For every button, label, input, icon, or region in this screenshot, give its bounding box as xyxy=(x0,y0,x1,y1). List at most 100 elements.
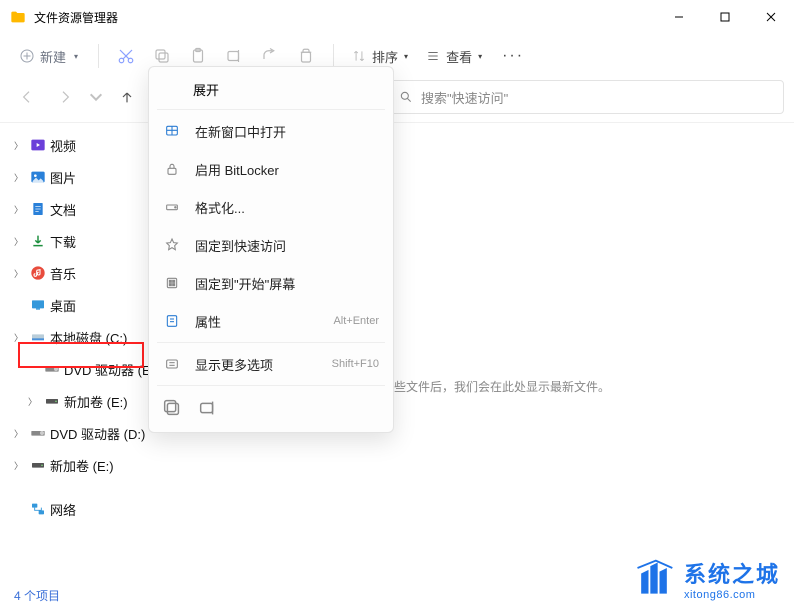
ctx-shortcut: Shift+F10 xyxy=(332,358,379,370)
ctx-label: 展开 xyxy=(193,80,219,99)
new-label: 新建 xyxy=(40,47,66,66)
ctx-expand[interactable]: 展开 xyxy=(149,71,393,107)
sidebar-item-downloads[interactable]: 〉下载 xyxy=(0,225,165,257)
drive-icon xyxy=(163,198,181,216)
sidebar-item-videos[interactable]: 〉 视频 xyxy=(0,129,165,161)
search-placeholder: 搜索"快速访问" xyxy=(421,88,508,107)
drive-icon xyxy=(30,457,46,473)
sidebar-item-documents[interactable]: 〉文档 xyxy=(0,193,165,225)
properties-icon xyxy=(163,312,181,330)
sort-label: 排序 xyxy=(372,47,398,66)
ctx-more-options[interactable]: 显示更多选项 Shift+F10 xyxy=(149,345,393,383)
network-icon xyxy=(30,501,46,517)
ctx-label: 属性 xyxy=(195,312,319,331)
watermark-logo-icon xyxy=(632,557,676,601)
item-count: 4 个项目 xyxy=(14,587,60,604)
window-icon xyxy=(163,122,181,140)
dvd-icon xyxy=(44,361,60,377)
sidebar-item-volume-e1[interactable]: 〉 新加卷 (E:) xyxy=(0,385,165,417)
ctx-properties[interactable]: 属性Alt+Enter xyxy=(149,302,393,340)
chevron-down-icon: ▾ xyxy=(74,52,78,61)
chevron-right-icon: 〉 xyxy=(14,139,26,152)
dvd-icon xyxy=(30,425,46,441)
ctx-pin-quickaccess[interactable]: 固定到快速访问 xyxy=(149,226,393,264)
sidebar-item-label: 本地磁盘 (C:) xyxy=(50,328,127,347)
toolbar-divider xyxy=(98,44,99,68)
sidebar-item-label: 视频 xyxy=(50,136,76,155)
sidebar-item-dvd-d[interactable]: 〉 DVD 驱动器 (D:) xyxy=(0,417,165,449)
sidebar-item-label: DVD 驱动器 (E xyxy=(64,360,151,379)
search-input[interactable]: 搜索"快速访问" xyxy=(388,80,784,114)
lock-icon xyxy=(163,160,181,178)
maximize-button[interactable] xyxy=(702,0,748,34)
forward-button[interactable] xyxy=(48,80,82,114)
sidebar-item-desktop[interactable]: 〉桌面 xyxy=(0,289,165,321)
sidebar-item-pictures[interactable]: 〉图片 xyxy=(0,161,165,193)
sidebar-item-label: 桌面 xyxy=(50,296,76,315)
watermark-cn: 系统之城 xyxy=(684,557,780,589)
toolbar: 新建 ▾ 排序 ▾ 查看 ▾ ··· xyxy=(0,34,794,78)
plus-icon xyxy=(20,49,34,63)
ctx-open-new-window[interactable]: 在新窗口中打开 xyxy=(149,112,393,150)
sidebar: 〉视频 〉图片 〉文档 〉下载 〉音乐 〉桌面 〉本地磁盘 (C:) 〉DVD … xyxy=(0,123,165,583)
app-folder-icon xyxy=(10,9,26,25)
nav-row: 搜索"快速访问" xyxy=(0,78,794,122)
up-button[interactable] xyxy=(110,80,144,114)
chevron-right-icon: 〉 xyxy=(14,235,26,248)
drive-icon xyxy=(30,329,46,345)
new-button[interactable]: 新建 ▾ xyxy=(10,43,88,70)
ctx-format[interactable]: 格式化... xyxy=(149,188,393,226)
view-label: 查看 xyxy=(446,47,472,66)
sidebar-item-network[interactable]: 〉网络 xyxy=(0,493,165,525)
more-icon xyxy=(163,355,181,373)
copy-icon[interactable] xyxy=(161,397,183,419)
ctx-label: 固定到快速访问 xyxy=(195,236,379,255)
rename-icon[interactable] xyxy=(197,397,219,419)
sidebar-item-music[interactable]: 〉音乐 xyxy=(0,257,165,289)
chevron-right-icon: 〉 xyxy=(28,395,40,408)
ctx-label: 在新窗口中打开 xyxy=(195,122,379,141)
chevron-down-icon: ▾ xyxy=(404,52,408,61)
more-button[interactable]: ··· xyxy=(492,47,534,65)
ctx-label: 启用 BitLocker xyxy=(195,160,379,179)
chevron-right-icon: 〉 xyxy=(14,331,26,344)
chevron-right-icon: 〉 xyxy=(14,267,26,280)
sidebar-item-label: DVD 驱动器 (D:) xyxy=(50,424,145,443)
recent-dropdown[interactable] xyxy=(86,80,106,114)
ctx-label: 固定到"开始"屏幕 xyxy=(195,274,379,293)
video-icon xyxy=(30,137,46,153)
ctx-bitlocker[interactable]: 启用 BitLocker xyxy=(149,150,393,188)
desktop-icon xyxy=(30,297,46,313)
chevron-right-icon: 〉 xyxy=(14,427,26,440)
ctx-pin-start[interactable]: 固定到"开始"屏幕 xyxy=(149,264,393,302)
ctx-label: 显示更多选项 xyxy=(195,355,318,374)
chevron-down-icon: ▾ xyxy=(478,52,482,61)
toolbar-divider xyxy=(333,44,334,68)
sidebar-item-dvd-e[interactable]: 〉DVD 驱动器 (E xyxy=(0,353,165,385)
download-icon xyxy=(30,233,46,249)
empty-hint: 些文件后，我们会在此处显示最新文件。 xyxy=(394,378,610,395)
context-menu: 展开 在新窗口中打开 启用 BitLocker 格式化... 固定到快速访问 固… xyxy=(148,66,394,433)
window-title: 文件资源管理器 xyxy=(34,9,656,26)
minimize-button[interactable] xyxy=(656,0,702,34)
ctx-label: 格式化... xyxy=(195,198,379,217)
back-button[interactable] xyxy=(10,80,44,114)
watermark-en: xitong86.com xyxy=(684,589,780,601)
view-button[interactable]: 查看 ▾ xyxy=(418,47,490,66)
sidebar-item-volume-e2[interactable]: 〉新加卷 (E:) xyxy=(0,449,165,481)
titlebar: 文件资源管理器 xyxy=(0,0,794,34)
sort-button[interactable]: 排序 ▾ xyxy=(344,47,416,66)
close-button[interactable] xyxy=(748,0,794,34)
document-icon xyxy=(30,201,46,217)
search-icon xyxy=(399,90,413,104)
chevron-right-icon: 〉 xyxy=(14,171,26,184)
drive-icon xyxy=(44,393,60,409)
watermark: 系统之城 xitong86.com xyxy=(632,557,780,601)
cut-button[interactable] xyxy=(109,39,143,73)
music-icon xyxy=(30,265,46,281)
picture-icon xyxy=(30,169,46,185)
sidebar-item-label: 新加卷 (E:) xyxy=(64,392,128,411)
main-area: 〉视频 〉图片 〉文档 〉下载 〉音乐 〉桌面 〉本地磁盘 (C:) 〉DVD … xyxy=(0,122,794,583)
ctx-separator xyxy=(157,385,385,386)
sidebar-item-local-disk-c[interactable]: 〉 本地磁盘 (C:) xyxy=(0,321,165,353)
